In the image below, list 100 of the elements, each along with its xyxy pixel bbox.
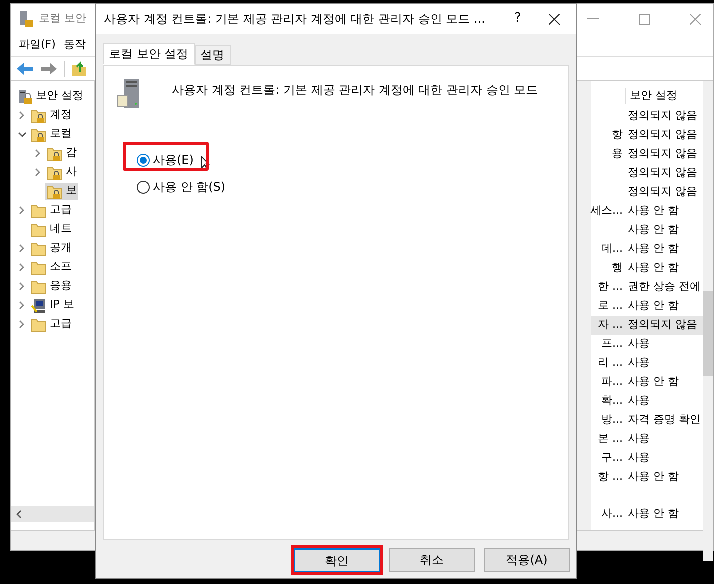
table-cell-text: 사용 안 함 <box>627 374 679 390</box>
locked-folder-icon <box>47 164 63 180</box>
tree-item[interactable]: 공개 <box>29 240 73 257</box>
tab[interactable]: 로컬 보안 설정 <box>103 43 195 65</box>
policy-name: 사용자 계정 컨트롤: 기본 제공 관리자 계정에 대한 관리자 승인 모드 <box>172 82 540 99</box>
close-icon[interactable] <box>549 14 560 24</box>
list-row[interactable]: 로 ... 사용 안 함 <box>591 297 703 316</box>
table-cell-text: 정의되지 않음 <box>627 184 698 200</box>
table-cell-text: 본 ... <box>598 431 623 448</box>
table-cell-text: 사용 <box>627 393 650 410</box>
tree-item[interactable]: IP 보 <box>29 297 76 314</box>
list-row[interactable]: 정의되지 않음 <box>591 164 703 183</box>
minimize-icon[interactable] <box>587 18 599 20</box>
table-cell-text: 정의되지 않음 <box>627 108 698 124</box>
radio-option[interactable]: 사용 안 함(S) <box>137 178 226 196</box>
list-row[interactable]: 본 ... 사용 <box>591 430 703 449</box>
table-cell-text: 권한 상승 전에 <box>627 279 701 296</box>
folder-icon <box>31 222 47 238</box>
list-row[interactable]: 세스... 사용 안 함 <box>591 202 703 221</box>
tree-item[interactable]: 네트 <box>29 221 73 238</box>
table-cell-text: 사용 안 함 <box>627 298 679 314</box>
maximize-icon[interactable] <box>639 14 650 24</box>
tree-item[interactable]: 사 <box>45 164 78 181</box>
table-cell-text: 행 <box>612 260 623 276</box>
table-cell-text: 사용 <box>627 336 650 352</box>
table-cell-text: 확... <box>602 393 623 410</box>
list-row[interactable]: 항 ... 사용 안 함 <box>591 468 703 487</box>
vertical-scrollbar[interactable] <box>703 81 713 561</box>
list-row[interactable]: 한 ... 권한 상승 전에 <box>591 278 703 297</box>
tree-item[interactable]: 보안 설정 <box>15 88 84 105</box>
list-row[interactable]: 파... 사용 안 함 <box>591 373 703 392</box>
table-cell-text: 파... <box>602 374 623 390</box>
tree-item[interactable]: 로컬 <box>29 126 73 143</box>
mouse-pointer-icon <box>200 156 210 170</box>
tree-item[interactable]: 고급 <box>29 202 73 219</box>
tree-item[interactable]: 계정 <box>29 107 73 124</box>
locked-folder-icon <box>47 146 63 162</box>
table-cell-text: 사용 안 함 <box>627 260 679 276</box>
table-cell-text: 사용 <box>627 450 650 466</box>
forward-arrow-icon[interactable] <box>40 62 58 76</box>
horizontal-scrollbar[interactable] <box>11 506 94 522</box>
list-row[interactable]: 방... 자격 증명 확인 <box>591 411 703 430</box>
chevron-right-icon[interactable] <box>35 149 41 158</box>
list-row[interactable]: 행 사용 안 함 <box>591 259 703 278</box>
dialog-button[interactable]: 적용(A) <box>484 548 570 572</box>
folder-icon <box>31 316 47 332</box>
table-cell-text: 사용 안 함 <box>627 241 679 258</box>
tab[interactable]: 설명 <box>194 45 231 65</box>
table-cell-text: 리 ... <box>598 355 623 372</box>
chevron-right-icon[interactable] <box>19 111 25 120</box>
list-row[interactable]: 사... 사용 안 함 <box>591 487 703 525</box>
list-row[interactable]: 정의되지 않음 <box>591 183 703 202</box>
list-row[interactable]: 확... 사용 <box>591 392 703 411</box>
table-cell-text: 항 ... <box>598 469 623 486</box>
locked-folder-icon <box>47 184 63 200</box>
table-cell-text: 구... <box>602 450 623 466</box>
dialog-button[interactable]: 취소 <box>389 548 475 572</box>
chevron-right-icon[interactable] <box>19 244 25 253</box>
table-cell-text: 자 ... <box>598 317 623 334</box>
tree-item[interactable]: 고급 <box>29 316 73 333</box>
chevron-right-icon[interactable] <box>19 263 25 272</box>
back-arrow-icon[interactable] <box>16 62 34 76</box>
list-row[interactable]: 정의되지 않음 <box>591 107 703 126</box>
table-cell-text: 사용 안 함 <box>627 469 679 486</box>
list-row[interactable]: 구... 사용 <box>591 449 703 468</box>
help-button[interactable]: ? <box>503 9 533 29</box>
app-icon <box>18 10 34 28</box>
table-cell-text: 방... <box>602 412 623 428</box>
tree-item[interactable]: 감 <box>45 145 78 162</box>
column-header[interactable]: 보안 설정 <box>625 88 678 104</box>
radio-option[interactable]: 사용(E) <box>137 151 194 169</box>
list-row[interactable]: 사용 안 함 <box>591 221 703 240</box>
chevron-right-icon[interactable] <box>19 206 25 215</box>
table-cell-text: 사... <box>602 506 623 522</box>
scroll-left-icon[interactable] <box>16 510 22 518</box>
table-cell-text: 정의되지 않음 <box>627 317 698 334</box>
folder-up-icon[interactable] <box>71 60 87 76</box>
tree-item[interactable]: 보 <box>45 183 78 200</box>
list-row[interactable]: 항 정의되지 않음 <box>591 126 703 145</box>
chevron-right-icon[interactable] <box>35 168 41 177</box>
list-row[interactable]: 용 정의되지 않음 <box>591 145 703 164</box>
tree-item[interactable]: 소프 <box>29 259 73 276</box>
menu-item[interactable]: 파일(F) <box>19 36 56 54</box>
chevron-down-icon[interactable] <box>18 132 26 138</box>
locked-folder-icon <box>31 108 47 124</box>
locked-folder-icon <box>31 126 47 142</box>
menu-item[interactable]: 동작 <box>64 36 86 54</box>
list-row[interactable]: 자 ... 정의되지 않음 <box>591 316 703 335</box>
dialog-button[interactable]: 확인 <box>294 548 380 572</box>
table-cell-text: 정의되지 않음 <box>627 127 698 144</box>
list-row[interactable]: 데... 사용 안 함 <box>591 240 703 259</box>
list-row[interactable]: 프... 사용 <box>591 335 703 354</box>
tree-item[interactable]: 응용 <box>29 278 73 295</box>
table-cell-text: 사용 안 함 <box>627 203 679 220</box>
chevron-right-icon[interactable] <box>19 320 25 329</box>
table-cell-text: 한 ... <box>598 279 623 296</box>
scroll-thumb[interactable] <box>703 291 713 376</box>
chevron-right-icon[interactable] <box>19 282 25 291</box>
list-row[interactable]: 리 ... 사용 <box>591 354 703 373</box>
chevron-right-icon[interactable] <box>19 301 25 310</box>
